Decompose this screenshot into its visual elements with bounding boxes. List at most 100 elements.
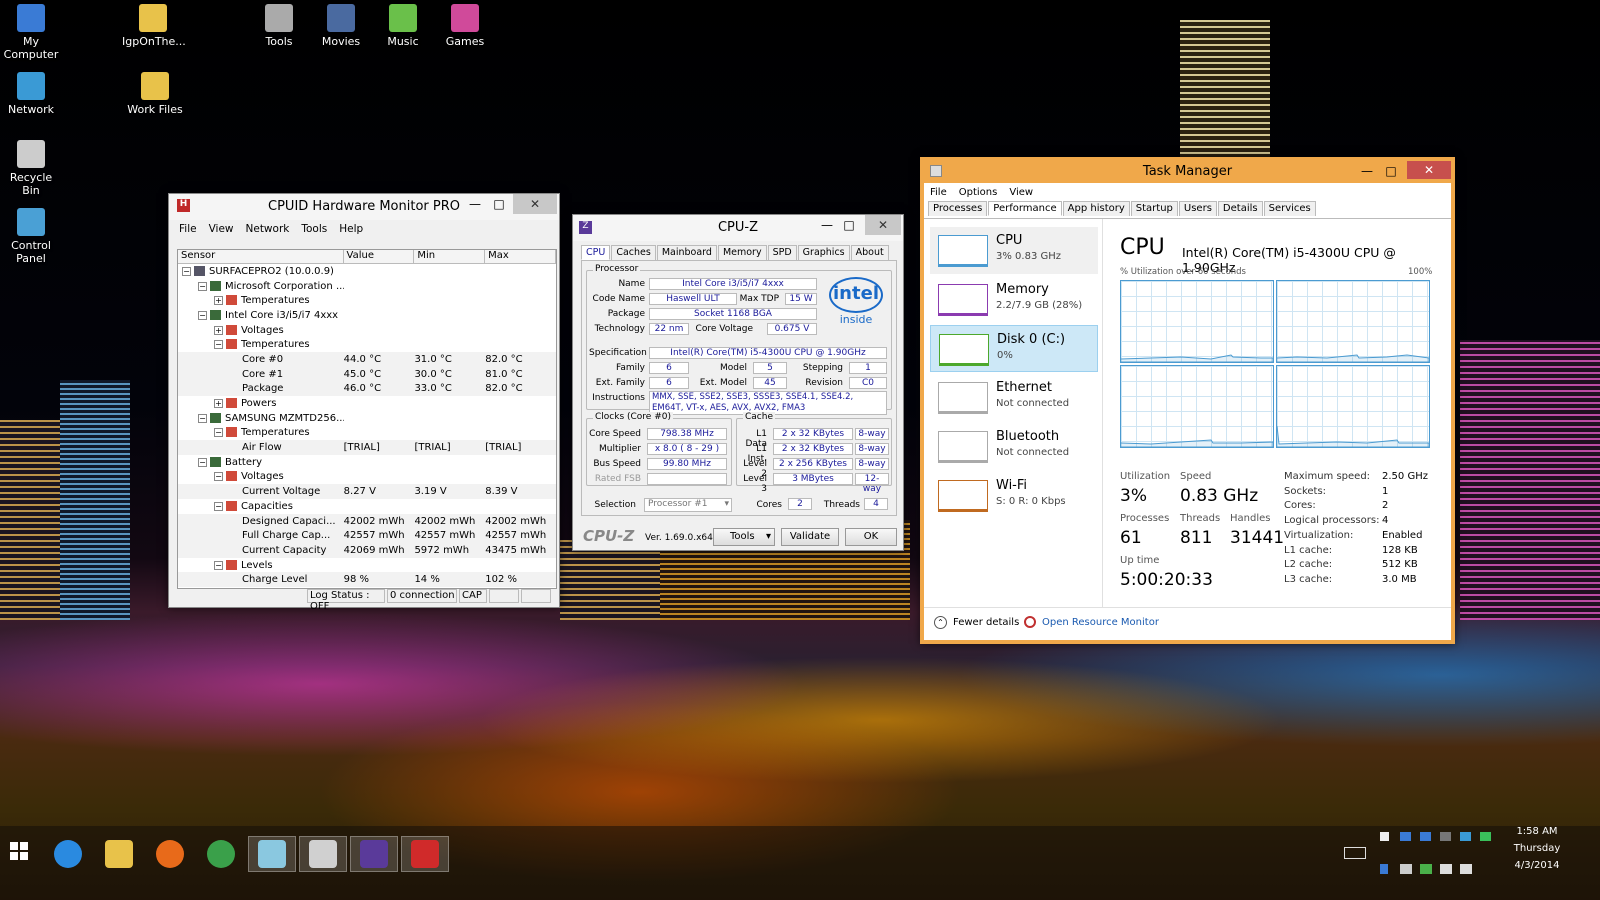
collapse-icon[interactable]: −: [198, 457, 207, 467]
open-resource-monitor-link[interactable]: Open Resource Monitor: [1024, 616, 1159, 628]
table-row[interactable]: Current Voltage 8.27 V 3.19 V 8.39 V: [178, 484, 556, 499]
collapse-icon[interactable]: −: [214, 340, 223, 350]
col-min[interactable]: Min: [414, 250, 486, 263]
tray-wifi-icon[interactable]: [1440, 864, 1452, 874]
tray-icon-5[interactable]: [1460, 832, 1471, 841]
tab-cpu[interactable]: CPU: [581, 245, 611, 260]
col-max[interactable]: Max: [485, 250, 556, 263]
menu-network[interactable]: Network: [246, 223, 290, 235]
menu-view[interactable]: View: [209, 223, 234, 235]
perf-item-ethernet[interactable]: Ethernet Not connected: [930, 374, 1098, 421]
close-button[interactable]: ✕: [865, 215, 901, 235]
table-row[interactable]: − Intel Core i3/i5/i7 4xxx: [178, 308, 556, 323]
table-row[interactable]: + Temperatures: [178, 293, 556, 308]
close-button[interactable]: ✕: [1407, 161, 1451, 179]
fewer-details-link[interactable]: ⌃ Fewer details: [934, 616, 1019, 629]
tab-about[interactable]: About: [850, 245, 889, 260]
desktop-icon-9[interactable]: Control Panel: [0, 208, 62, 265]
expand-icon[interactable]: +: [214, 325, 223, 335]
table-row[interactable]: Air Flow [TRIAL] [TRIAL] [TRIAL]: [178, 440, 556, 455]
tools-button[interactable]: Tools ▾: [713, 528, 775, 546]
table-row[interactable]: Core #1 45.0 °C 30.0 °C 81.0 °C: [178, 366, 556, 382]
taskbar-app-2[interactable]: [146, 836, 194, 872]
tray-battery-icon[interactable]: [1420, 864, 1432, 874]
desktop-icon-7[interactable]: Work Files: [124, 72, 186, 116]
table-row[interactable]: − Voltages: [178, 470, 556, 485]
tab-caches[interactable]: Caches: [611, 245, 656, 260]
sensor-tree[interactable]: Sensor Value Min Max − SURFACEPRO2 (10.0.…: [177, 249, 557, 589]
taskbar-app-1[interactable]: [95, 836, 143, 872]
desktop-icon-1[interactable]: IgpOnThe...: [122, 4, 186, 48]
table-row[interactable]: Designed Capaci... 42002 mWh 42002 mWh 4200…: [178, 513, 556, 529]
desktop-icon-4[interactable]: Music: [372, 4, 434, 48]
tray-network-icon[interactable]: [1400, 864, 1412, 874]
table-row[interactable]: − Capacities: [178, 499, 556, 514]
taskbar-app-0[interactable]: [44, 836, 92, 872]
perf-item-wi-fi[interactable]: Wi-Fi S: 0 R: 0 Kbps: [930, 472, 1098, 519]
tab-memory[interactable]: Memory: [717, 245, 767, 260]
table-row[interactable]: Full Charge Cap... 42557 mWh 42557 mWh 4255…: [178, 528, 556, 544]
start-button[interactable]: [10, 842, 28, 860]
table-row[interactable]: − Battery: [178, 455, 556, 470]
table-row[interactable]: Package 46.0 °C 33.0 °C 82.0 °C: [178, 381, 556, 397]
desktop-icon-3[interactable]: Movies: [310, 4, 372, 48]
tab-performance[interactable]: Performance: [988, 201, 1062, 216]
table-row[interactable]: Core #0 44.0 °C 31.0 °C 82.0 °C: [178, 352, 556, 367]
table-row[interactable]: Current Capacity 42069 mWh 5972 mWh 43475 m…: [178, 543, 556, 558]
table-row[interactable]: − Microsoft Corporation ...: [178, 279, 556, 294]
tab-mainboard[interactable]: Mainboard: [656, 245, 717, 260]
desktop-icon-5[interactable]: Games: [434, 4, 496, 48]
collapse-icon[interactable]: −: [214, 560, 223, 570]
maximize-button[interactable]: □: [835, 215, 863, 235]
desktop-icon-0[interactable]: My Computer: [0, 4, 62, 61]
table-row[interactable]: + Voltages: [178, 323, 556, 338]
tray-icon-1[interactable]: [1380, 832, 1389, 841]
table-row[interactable]: − SURFACEPRO2 (10.0.0.9): [178, 264, 556, 279]
taskbar-app-4[interactable]: [248, 836, 296, 872]
ok-button[interactable]: OK: [845, 528, 897, 546]
tray-bluetooth-icon[interactable]: [1380, 864, 1388, 874]
col-sensor[interactable]: Sensor: [178, 250, 344, 263]
validate-button[interactable]: Validate: [781, 528, 839, 546]
processor-select[interactable]: Processor #1 ▾: [644, 498, 732, 512]
collapse-icon[interactable]: −: [182, 266, 191, 276]
taskbar-app-7[interactable]: [401, 836, 449, 872]
menu-file[interactable]: File: [179, 223, 197, 235]
tray-icon-6[interactable]: [1480, 832, 1491, 841]
table-row[interactable]: − Temperatures: [178, 426, 556, 441]
tray-icon-2[interactable]: [1400, 832, 1411, 841]
cpuz-window[interactable]: Z CPU-Z — □ ✕ CPU Caches Mainboard Memory SP…: [572, 214, 904, 551]
clock[interactable]: 1:58 AM Thursday 4/3/2014: [1508, 826, 1566, 871]
collapse-icon[interactable]: −: [214, 472, 223, 482]
menu-help[interactable]: Help: [339, 223, 363, 235]
taskbar-app-6[interactable]: [350, 836, 398, 872]
collapse-icon[interactable]: −: [198, 310, 207, 320]
task-manager-window[interactable]: Task Manager — □ ✕ File Options View Proce…: [920, 157, 1455, 644]
table-row[interactable]: Charge Level 98 % 14 % 102 %: [178, 572, 556, 588]
col-value[interactable]: Value: [344, 250, 415, 263]
perf-item-bluetooth[interactable]: Bluetooth Not connected: [930, 423, 1098, 470]
tab-processes[interactable]: Processes: [928, 201, 988, 216]
tab-app-history[interactable]: App history: [1062, 201, 1130, 216]
collapse-icon[interactable]: −: [198, 281, 207, 291]
menu-view[interactable]: View: [1009, 187, 1033, 198]
collapse-icon[interactable]: −: [214, 428, 223, 438]
desktop-icon-6[interactable]: Network: [0, 72, 62, 116]
maximize-button[interactable]: □: [485, 194, 513, 214]
tab-graphics[interactable]: Graphics: [797, 245, 850, 260]
menu-options[interactable]: Options: [959, 187, 998, 198]
tray-volume-icon[interactable]: [1460, 864, 1472, 874]
menu-tools[interactable]: Tools: [301, 223, 327, 235]
collapse-icon[interactable]: −: [214, 501, 223, 511]
expand-icon[interactable]: +: [214, 399, 223, 409]
taskbar-app-5[interactable]: [299, 836, 347, 872]
taskbar-app-3[interactable]: [197, 836, 245, 872]
perf-item-memory[interactable]: Memory 2.2/7.9 GB (28%): [930, 276, 1098, 323]
expand-icon[interactable]: +: [214, 296, 223, 306]
desktop-icon-8[interactable]: Recycle Bin: [0, 140, 62, 197]
hwmonitor-window[interactable]: H CPUID Hardware Monitor PRO — □ ✕ File V…: [168, 193, 560, 612]
collapse-icon[interactable]: −: [198, 413, 207, 423]
tray-icon-4[interactable]: [1440, 832, 1451, 841]
maximize-button[interactable]: □: [1377, 161, 1405, 181]
table-row[interactable]: − Temperatures: [178, 337, 556, 352]
